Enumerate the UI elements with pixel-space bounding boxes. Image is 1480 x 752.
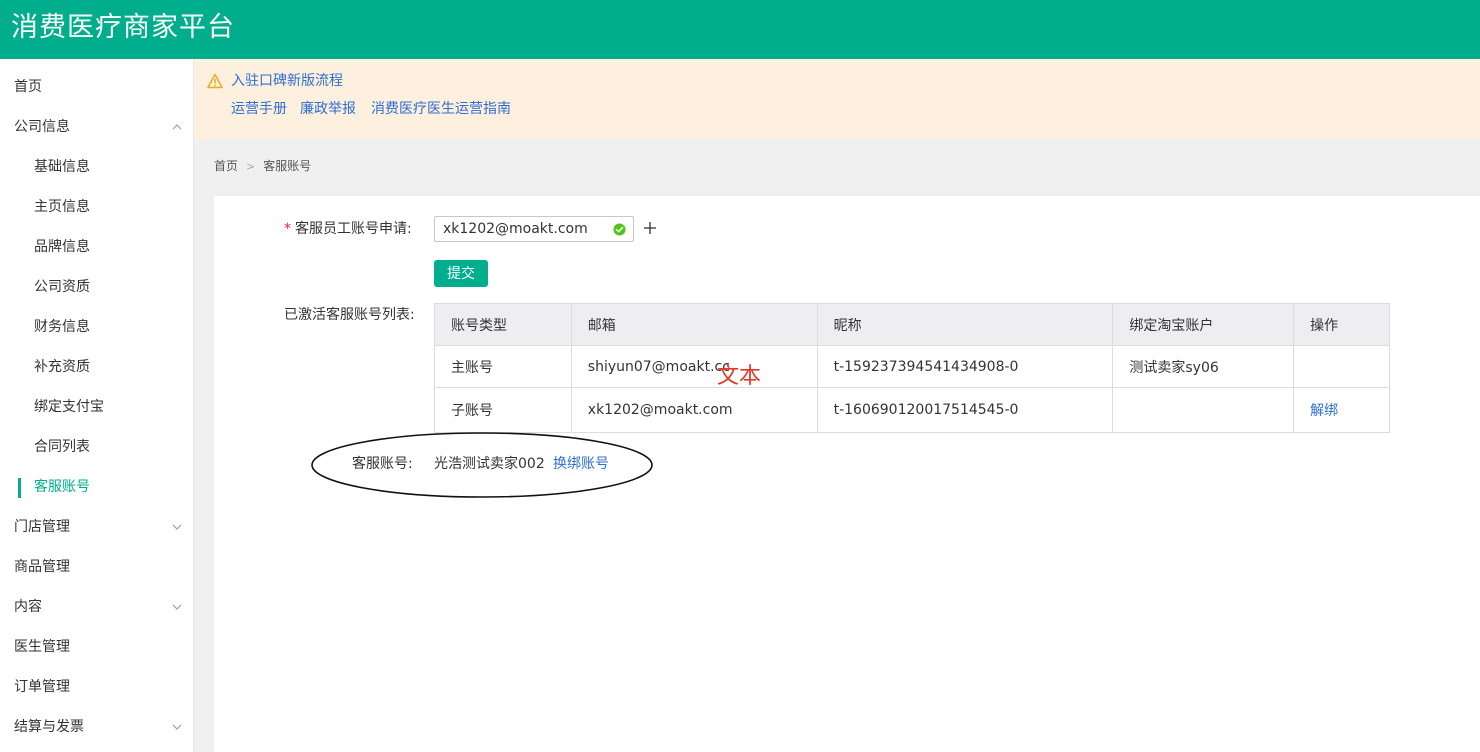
sidebar-item-label: 内容: [14, 599, 42, 615]
header-email: 邮箱: [570, 303, 818, 346]
header-nickname: 昵称: [816, 303, 1114, 346]
sidebar-item-homepage-info[interactable]: 主页信息: [0, 187, 193, 227]
cell-action: 解绑: [1293, 387, 1390, 433]
cell-taobao: 测试卖家sy06: [1112, 345, 1295, 388]
sidebar-item-store-management[interactable]: 门店管理: [0, 507, 193, 547]
cell-account-type: 子账号: [434, 387, 572, 433]
table-header-row: 账号类型 邮箱 昵称 绑定淘宝账户 操作: [434, 303, 1390, 346]
sidebar-item-label: 医生管理: [14, 639, 70, 655]
warning-icon: [207, 73, 223, 89]
sidebar-item-label: 基础信息: [34, 159, 90, 175]
unbind-link[interactable]: 解绑: [1310, 403, 1338, 419]
sidebar-item-label: 品牌信息: [34, 239, 90, 255]
submit-button[interactable]: 提交: [434, 260, 488, 287]
sidebar-item-company-qualification[interactable]: 公司资质: [0, 267, 193, 307]
cell-nickname: t-159237394541434908-0: [816, 345, 1114, 388]
chevron-down-icon: [171, 587, 183, 627]
sidebar-item-label: 绑定支付宝: [34, 399, 104, 415]
sidebar-item-label: 财务信息: [34, 319, 90, 335]
breadcrumb-home[interactable]: 首页: [214, 159, 238, 173]
header-account-type: 账号类型: [434, 303, 572, 346]
sidebar: 首页公司信息基础信息主页信息品牌信息公司资质财务信息补充资质绑定支付宝合同列表客…: [0, 59, 194, 752]
sidebar-item-supplementary-qualification[interactable]: 补充资质: [0, 347, 193, 387]
cell-account-type: 主账号: [434, 345, 572, 388]
cell-email: shiyun07@moakt.cc: [570, 345, 818, 388]
content-panel: *客服员工账号申请: 提交 已激活客服账号列表: 账号类型 邮箱 昵称 绑定淘宝…: [214, 196, 1480, 752]
sidebar-item-doctor-management[interactable]: 医生管理: [0, 627, 193, 667]
required-mark: *: [284, 221, 291, 237]
notice-link-guide[interactable]: 消费医疗医生运营指南: [371, 100, 511, 118]
sidebar-item-order-management[interactable]: 订单管理: [0, 667, 193, 707]
sidebar-item-label: 补充资质: [34, 359, 90, 375]
sidebar-item-bind-alipay[interactable]: 绑定支付宝: [0, 387, 193, 427]
sidebar-item-home[interactable]: 首页: [0, 67, 193, 107]
cell-taobao: [1112, 387, 1295, 433]
sidebar-item-label: 订单管理: [14, 679, 70, 695]
sidebar-item-company-info[interactable]: 公司信息: [0, 107, 193, 147]
top-header: 消费医疗商家平台: [0, 0, 1480, 59]
notice-banner: 入驻口碑新版流程 运营手册 廉政举报 消费医疗医生运营指南: [194, 59, 1480, 139]
email-input[interactable]: [435, 217, 605, 241]
cs-account-label: 客服账号:: [352, 456, 413, 472]
check-circle-icon: [613, 223, 626, 236]
sidebar-item-label: 商品管理: [14, 559, 70, 575]
sidebar-item-label: 门店管理: [14, 519, 70, 535]
sidebar-item-customer-service-account[interactable]: 客服账号: [0, 467, 193, 507]
add-icon[interactable]: [642, 220, 658, 236]
cs-account-value: 光浩测试卖家002: [434, 456, 545, 472]
notice-link-report[interactable]: 廉政举报: [300, 100, 356, 118]
apply-label: 客服员工账号申请:: [295, 221, 412, 237]
sidebar-item-label: 公司信息: [14, 119, 70, 135]
cell-action: [1293, 345, 1390, 388]
rebind-account-link[interactable]: 换绑账号: [553, 454, 609, 474]
cell-nickname: t-160690120017514545-0: [816, 387, 1114, 433]
sidebar-item-label: 首页: [14, 79, 42, 95]
sidebar-item-label: 结算与发票: [14, 719, 84, 735]
annotation-text: 文本: [717, 364, 762, 389]
email-field[interactable]: [434, 216, 634, 242]
breadcrumb-current: 客服账号: [263, 159, 312, 173]
sidebar-item-label: 公司资质: [34, 279, 90, 295]
list-label: 已激活客服账号列表:: [284, 307, 415, 323]
table-row: 子账号 xk1202@moakt.com t-16069012001751454…: [434, 387, 1390, 433]
sidebar-item-label: 主页信息: [34, 199, 90, 215]
chevron-up-icon: [171, 107, 183, 147]
breadcrumb-separator-icon: >: [246, 160, 256, 173]
sidebar-item-label: 合同列表: [34, 439, 90, 455]
sidebar-item-product-management[interactable]: 商品管理: [0, 547, 193, 587]
header-taobao: 绑定淘宝账户: [1112, 303, 1295, 346]
cell-email: xk1202@moakt.com: [570, 387, 818, 433]
notice-link-manual[interactable]: 运营手册: [231, 100, 287, 118]
sidebar-item-label: 客服账号: [34, 479, 90, 495]
app-title: 消费医疗商家平台: [11, 12, 235, 43]
chevron-down-icon: [171, 507, 183, 547]
sidebar-item-contract-list[interactable]: 合同列表: [0, 427, 193, 467]
sidebar-item-brand-info[interactable]: 品牌信息: [0, 227, 193, 267]
sidebar-item-basic-info[interactable]: 基础信息: [0, 147, 193, 187]
sidebar-item-content[interactable]: 内容: [0, 587, 193, 627]
apply-label-wrap: * 客服员工账号申请:: [284, 219, 412, 239]
sidebar-item-finance-info[interactable]: 财务信息: [0, 307, 193, 347]
breadcrumb: 首页 > 客服账号: [214, 157, 311, 176]
main-content: 入驻口碑新版流程 运营手册 廉政举报 消费医疗医生运营指南 首页 > 客服账号 * 客…: [194, 59, 1480, 752]
notice-main-link[interactable]: 入驻口碑新版流程: [231, 72, 343, 90]
accounts-table: 账号类型 邮箱 昵称 绑定淘宝账户 操作 主账号 shiyun07@moakt.…: [434, 303, 1390, 433]
chevron-down-icon: [171, 707, 183, 747]
sidebar-item-settlement-invoice[interactable]: 结算与发票: [0, 707, 193, 747]
header-action: 操作: [1293, 303, 1390, 346]
table-row: 主账号 shiyun07@moakt.cc t-1592373945414349…: [434, 345, 1390, 388]
